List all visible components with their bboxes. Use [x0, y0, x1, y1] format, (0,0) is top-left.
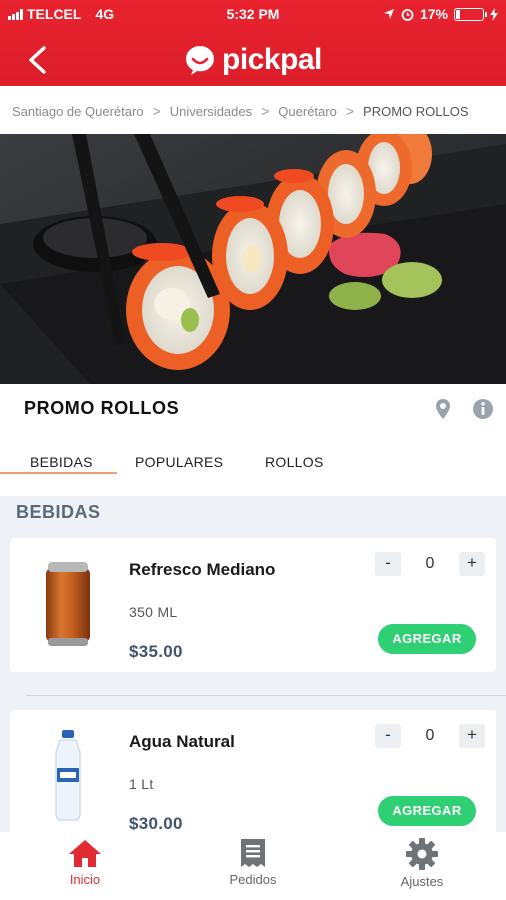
breadcrumb-item-city[interactable]: Santiago de Querétaro: [12, 104, 144, 119]
location-button[interactable]: [432, 397, 454, 421]
gear-icon: [406, 838, 438, 870]
nav-item-ajustes[interactable]: Ajustes: [372, 838, 472, 889]
product-name: Agua Natural: [129, 732, 235, 751]
info-icon: [473, 399, 493, 419]
add-to-cart-button[interactable]: AGREGAR: [378, 796, 476, 826]
soda-can-icon: [46, 562, 90, 646]
card-divider: [26, 695, 506, 696]
quantity-value: 0: [425, 727, 435, 744]
decrease-quantity-button[interactable]: -: [375, 552, 401, 576]
charging-bolt-icon: [490, 7, 498, 21]
product-size: 350 ML: [129, 604, 178, 620]
decrease-quantity-button[interactable]: -: [375, 724, 401, 748]
battery-fill: [456, 9, 460, 19]
breadcrumb: Santiago de Querétaro > Universidades > …: [0, 96, 506, 126]
active-tab-indicator: [0, 472, 117, 474]
add-to-cart-button[interactable]: AGREGAR: [378, 624, 476, 654]
logo-text: pickpal: [222, 43, 322, 76]
pickpal-logo-icon: [186, 46, 214, 75]
section-title: BEBIDAS: [16, 502, 101, 522]
receipt-icon: [241, 839, 265, 867]
info-button[interactable]: [472, 397, 494, 421]
tab-bebidas[interactable]: BEBIDAS: [30, 454, 93, 470]
status-right: 17%: [383, 6, 498, 22]
product-size: 1 Lt: [129, 776, 154, 792]
chevron-left-icon: [29, 46, 46, 74]
breadcrumb-item-current: PROMO ROLLOS: [363, 103, 469, 119]
location-arrow-icon: [383, 9, 394, 19]
title-actions: [432, 397, 494, 421]
bottom-navigation: Inicio Pedidos Ajustes: [0, 832, 506, 900]
app-header: TELCEL 4G 5:32 PM 17% pickpal: [0, 0, 506, 86]
battery-percent: 17%: [419, 6, 448, 22]
water-bottle-icon: [55, 730, 81, 821]
location-pin-icon: [436, 399, 450, 419]
back-button[interactable]: [24, 44, 52, 76]
breadcrumb-separator: >: [261, 103, 270, 119]
breadcrumb-item-location[interactable]: Querétaro: [278, 104, 337, 119]
restaurant-hero-image: [0, 134, 506, 384]
product-card: Refresco Mediano 350 ML $35.00 - 0 + AGR…: [10, 538, 496, 672]
product-price: $35.00: [129, 642, 183, 661]
menu-content: BEBIDAS Refresco Mediano 350 ML $35.00 -…: [0, 496, 506, 832]
breadcrumb-separator: >: [152, 103, 161, 119]
nav-item-inicio[interactable]: Inicio: [35, 838, 135, 887]
nav-label: Inicio: [69, 872, 101, 887]
nav-label: Ajustes: [400, 874, 444, 889]
increase-quantity-button[interactable]: +: [459, 552, 485, 576]
product-name: Refresco Mediano: [129, 560, 276, 579]
status-bar: TELCEL 4G 5:32 PM 17%: [0, 0, 506, 28]
pickpal-logo: pickpal: [184, 40, 322, 80]
tab-populares[interactable]: POPULARES: [135, 454, 223, 470]
home-icon: [69, 840, 101, 867]
product-card: Agua Natural 1 Lt $30.00 - 0 + AGREGAR: [10, 710, 496, 832]
restaurant-title: PROMO ROLLOS: [24, 398, 180, 418]
nav-item-pedidos[interactable]: Pedidos: [203, 838, 303, 887]
product-price: $30.00: [129, 814, 183, 832]
breadcrumb-separator: >: [345, 103, 355, 119]
breadcrumb-item-category[interactable]: Universidades: [170, 104, 252, 119]
battery-icon: [454, 7, 487, 21]
sushi-photo: [0, 134, 506, 384]
nav-label: Pedidos: [229, 872, 277, 887]
alarm-icon: [401, 8, 414, 21]
tab-rollos[interactable]: ROLLOS: [265, 454, 324, 470]
quantity-value: 0: [425, 555, 435, 572]
increase-quantity-button[interactable]: +: [459, 724, 485, 748]
